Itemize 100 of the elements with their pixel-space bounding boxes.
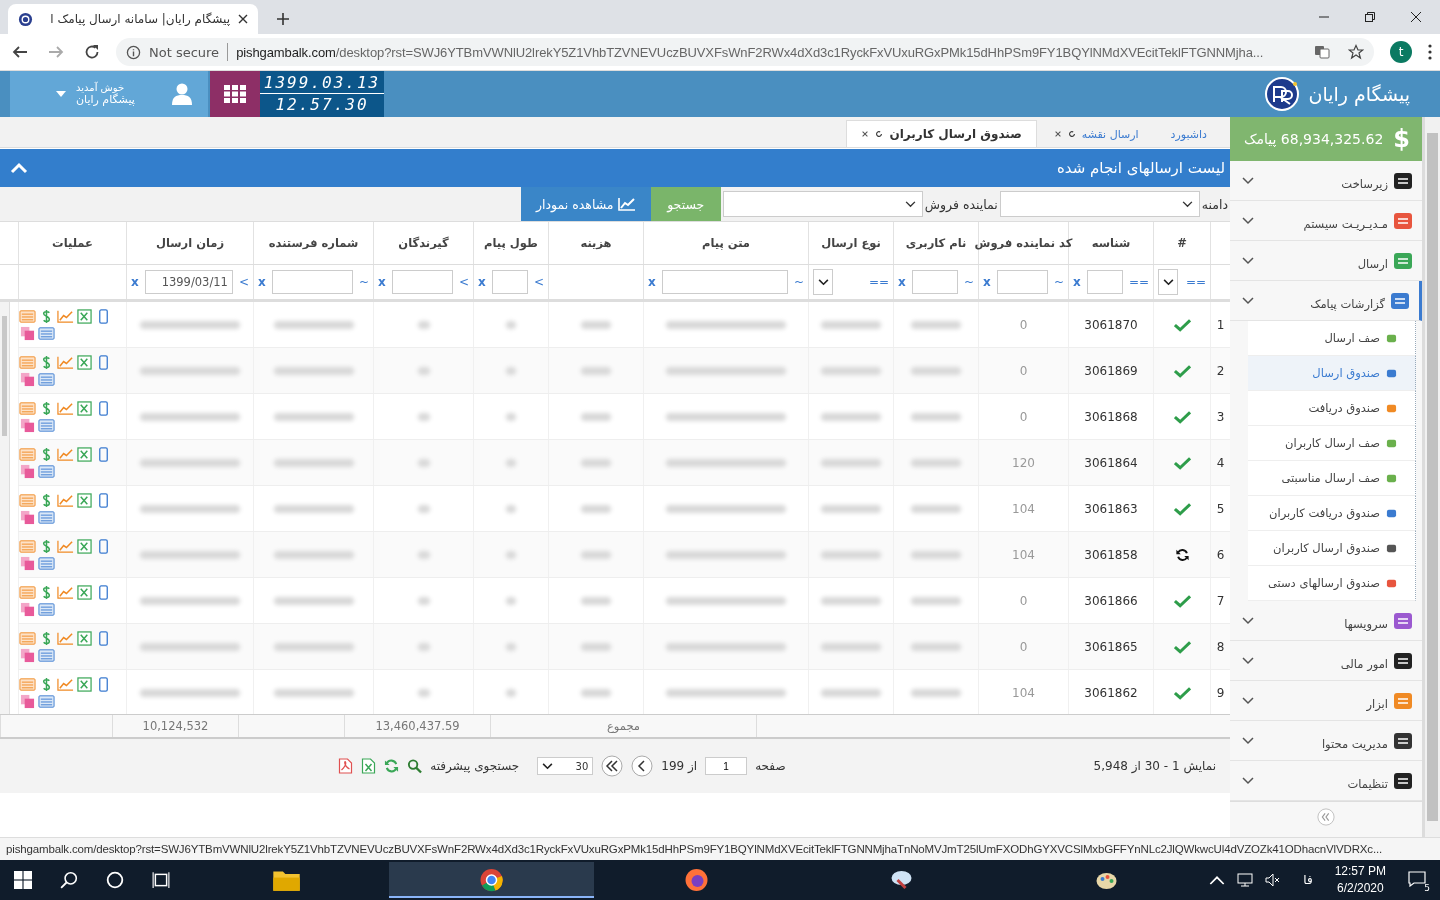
- excel-icon[interactable]: [76, 584, 93, 600]
- sidebar-item[interactable]: امور مالی: [1230, 641, 1422, 681]
- profile-avatar[interactable]: t: [1390, 41, 1412, 63]
- submenu-item[interactable]: صندوق دریافت کاربران: [1248, 496, 1416, 531]
- back-icon[interactable]: [12, 44, 28, 60]
- column-header[interactable]: شناسه: [1091, 236, 1131, 250]
- copy-icon[interactable]: [19, 417, 36, 433]
- next-page-icon[interactable]: [631, 755, 654, 777]
- page-tab[interactable]: ارسال نقشه: [1038, 120, 1154, 147]
- filter-select[interactable]: [813, 269, 833, 295]
- clear-filter-button[interactable]: x: [983, 275, 991, 289]
- apps-button[interactable]: [210, 71, 260, 117]
- refresh-icon[interactable]: [1067, 130, 1076, 138]
- column-header[interactable]: طول پیام: [484, 236, 538, 250]
- filter-field[interactable]: 1399/03/11: [144, 270, 233, 294]
- collapse-sidebar-icon[interactable]: [1317, 808, 1335, 826]
- close-icon[interactable]: [1053, 130, 1062, 138]
- copy-icon[interactable]: [19, 693, 36, 709]
- submenu-item[interactable]: صندوق ارسالهای دستی: [1248, 566, 1416, 601]
- filter-operator[interactable]: ~: [1053, 275, 1064, 289]
- domain-select[interactable]: [999, 191, 1200, 217]
- chart-icon[interactable]: [57, 676, 74, 692]
- excel-icon[interactable]: [76, 354, 93, 370]
- volume-muted-icon[interactable]: [1265, 873, 1282, 887]
- column-header[interactable]: هزینه: [580, 236, 612, 250]
- list-icon[interactable]: [19, 538, 36, 554]
- page-field[interactable]: 1: [705, 757, 748, 775]
- excel-icon[interactable]: [76, 446, 93, 462]
- view-chart-button[interactable]: مشاهده نمودار: [520, 187, 651, 221]
- pdf-icon[interactable]: [338, 758, 354, 774]
- excel-icon[interactable]: [76, 308, 93, 324]
- translate-icon[interactable]: [1314, 44, 1330, 60]
- list-icon[interactable]: [38, 693, 55, 709]
- language-indicator[interactable]: فا: [1293, 873, 1323, 887]
- submenu-item[interactable]: صف ارسال کاربران: [1248, 426, 1416, 461]
- info-icon[interactable]: [126, 44, 141, 60]
- address-field[interactable]: Not secure pishgambalk.com/desktop?rst=SWJ6YTBmVWNlU2lrekY5Z1VhbTZVNEVUczBUVXFsWnF2RWx4dXd3c1RyckFxVUxuRGxPMk15dHhPSm9FY1BQYlNMdXVEcitTeklFTGNNMjha...: [116, 38, 1374, 66]
- list-icon[interactable]: [19, 308, 36, 324]
- column-header[interactable]: #: [1177, 236, 1187, 250]
- list-icon[interactable]: [19, 400, 36, 416]
- list-icon[interactable]: [19, 630, 36, 646]
- copy-icon[interactable]: [19, 509, 36, 525]
- network-icon[interactable]: [1237, 873, 1254, 887]
- sidebar-item[interactable]: تنظیمات: [1230, 761, 1422, 801]
- clear-filter-button[interactable]: x: [1073, 275, 1081, 289]
- chart-icon[interactable]: [57, 446, 74, 462]
- list-icon[interactable]: [38, 371, 55, 387]
- excel-icon[interactable]: [76, 676, 93, 692]
- clear-filter-button[interactable]: x: [258, 275, 266, 289]
- column-header[interactable]: متن پیام: [702, 236, 750, 250]
- list-icon[interactable]: [19, 676, 36, 692]
- filter-operator[interactable]: ==: [868, 275, 889, 289]
- filter-operator[interactable]: >: [458, 275, 469, 289]
- menu-icon[interactable]: [1428, 44, 1432, 60]
- list-icon[interactable]: [19, 584, 36, 600]
- submenu-item[interactable]: صندوق ارسال: [1248, 356, 1416, 391]
- list-icon[interactable]: [38, 325, 55, 341]
- star-icon[interactable]: [1348, 44, 1364, 60]
- copy-icon[interactable]: [19, 555, 36, 571]
- filter-field[interactable]: [271, 270, 353, 294]
- column-header[interactable]: شماره فرستنده: [268, 236, 359, 250]
- filter-field[interactable]: [911, 270, 958, 294]
- filter-operator[interactable]: ==: [1185, 275, 1206, 289]
- copy-icon[interactable]: [19, 647, 36, 663]
- list-icon[interactable]: [38, 601, 55, 617]
- chart-icon[interactable]: [57, 584, 74, 600]
- advanced-search-link[interactable]: جستجوی پیشرفته: [430, 759, 520, 773]
- copy-icon[interactable]: [19, 463, 36, 479]
- submenu-item[interactable]: صندوق ارسال کاربران: [1248, 531, 1416, 566]
- excel-icon[interactable]: [76, 400, 93, 416]
- clear-filter-button[interactable]: x: [131, 275, 139, 289]
- column-header[interactable]: عملیات: [52, 236, 93, 250]
- copy-icon[interactable]: [19, 601, 36, 617]
- filter-operator[interactable]: ~: [358, 275, 369, 289]
- clear-filter-button[interactable]: x: [648, 275, 656, 289]
- list-icon[interactable]: [38, 647, 55, 663]
- page-size-select[interactable]: 30: [537, 757, 594, 775]
- column-header[interactable]: کد نماینده فروش: [974, 236, 1073, 250]
- submenu-item[interactable]: صف ارسال: [1248, 321, 1416, 356]
- filter-operator[interactable]: >: [533, 275, 544, 289]
- chart-icon[interactable]: [57, 538, 74, 554]
- excel-icon[interactable]: [76, 492, 93, 508]
- chart-icon[interactable]: [57, 400, 74, 416]
- scrollbar[interactable]: [1425, 117, 1440, 837]
- sidebar-item[interactable]: ارسال: [1230, 241, 1422, 281]
- sidebar-item[interactable]: مـدیـریـت سیستم: [1230, 201, 1422, 241]
- column-header[interactable]: نوع ارسال: [821, 236, 881, 250]
- list-icon[interactable]: [38, 555, 55, 571]
- table-scrollbar[interactable]: [0, 302, 10, 714]
- forward-icon[interactable]: [48, 44, 64, 60]
- close-icon[interactable]: [1410, 11, 1422, 23]
- last-page-icon[interactable]: [601, 755, 624, 777]
- close-icon[interactable]: [238, 14, 248, 24]
- filter-field[interactable]: [661, 270, 788, 294]
- taskbar-clock[interactable]: 12:57 PM 6/2/2020: [1334, 863, 1386, 897]
- list-icon[interactable]: [19, 354, 36, 370]
- clear-filter-button[interactable]: x: [898, 275, 906, 289]
- list-icon[interactable]: [38, 509, 55, 525]
- collapse-icon[interactable]: [10, 162, 28, 174]
- filter-operator[interactable]: ~: [793, 275, 804, 289]
